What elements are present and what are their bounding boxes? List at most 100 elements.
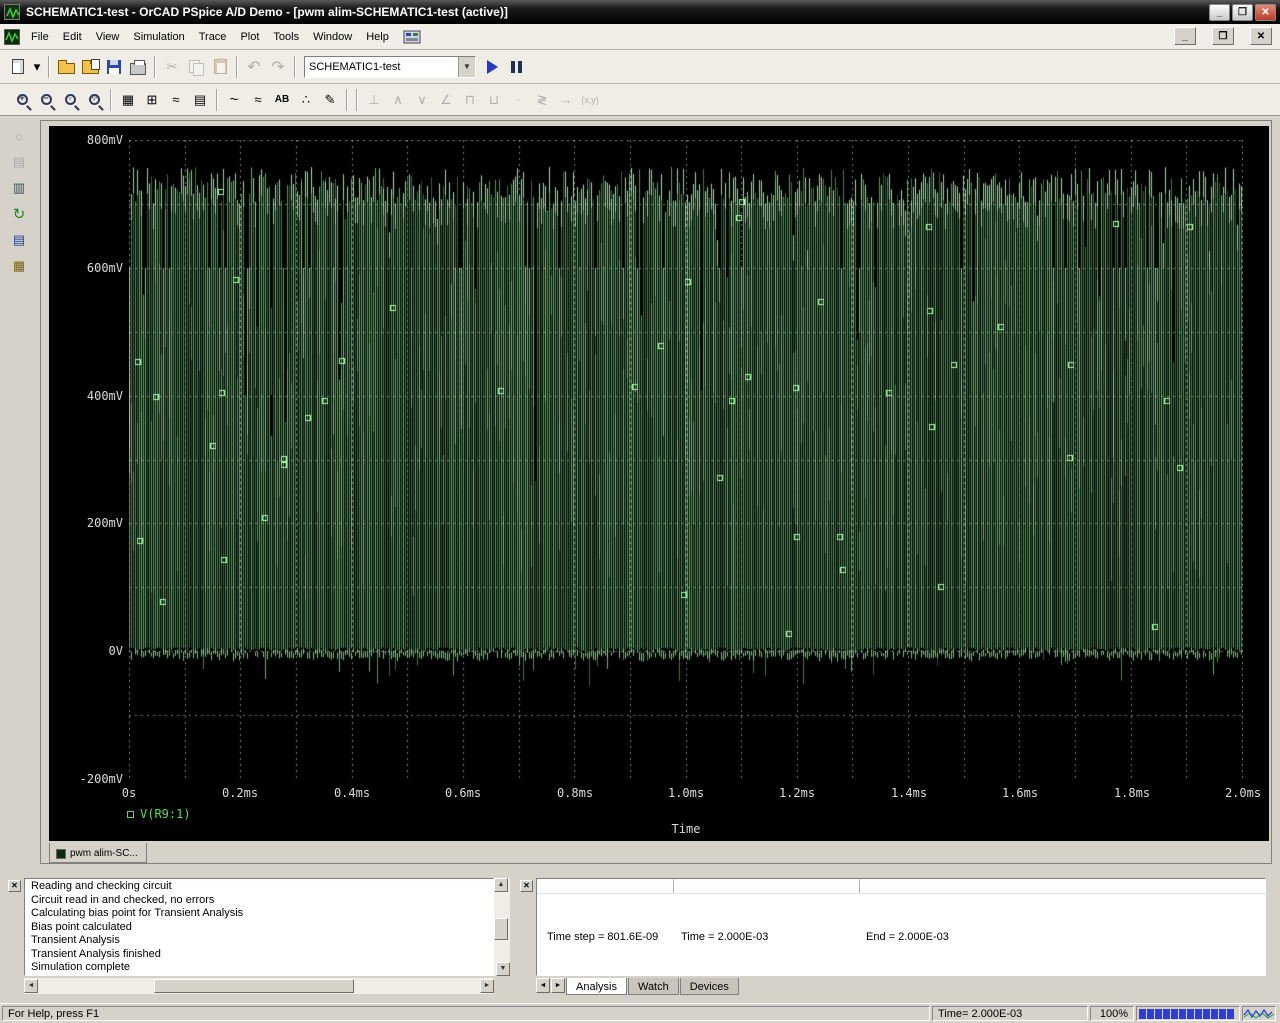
mdi-minimize-button[interactable]: _: [1174, 27, 1196, 45]
menu-tools[interactable]: Tools: [266, 27, 306, 47]
menu-help[interactable]: Help: [359, 27, 396, 47]
menu-file[interactable]: File: [24, 27, 56, 47]
output-vertical-scrollbar[interactable]: ▲ ▼: [494, 878, 510, 976]
redo-button[interactable]: ↷: [266, 55, 290, 79]
status-time-text: Time= 2.000E-03: [932, 1006, 1088, 1021]
simulation-profile-input[interactable]: [305, 57, 458, 77]
menu-simulation[interactable]: Simulation: [126, 27, 191, 47]
cursor-max-button[interactable]: ⊓: [458, 88, 482, 112]
trace-legend[interactable]: V(R9:1): [127, 807, 191, 821]
refresh-simulation-button[interactable]: ↻: [7, 202, 31, 226]
minimize-button[interactable]: _: [1209, 4, 1230, 21]
zoom-out-button[interactable]: −: [34, 88, 58, 112]
copy-button[interactable]: [184, 55, 208, 79]
paste-icon: [214, 59, 227, 74]
view-circuit-file-button[interactable]: ▥: [7, 176, 31, 200]
cursor-peak-button[interactable]: ∧: [386, 88, 410, 112]
schematic-window-icon[interactable]: [400, 25, 424, 49]
menu-window[interactable]: Window: [306, 27, 359, 47]
add-plot-button[interactable]: ▤: [188, 88, 212, 112]
undo-button[interactable]: ↶: [242, 55, 266, 79]
cursor-min-button[interactable]: ⊔: [482, 88, 506, 112]
output-horizontal-scrollbar[interactable]: ◄ ►: [24, 978, 494, 994]
close-button[interactable]: ✕: [1255, 4, 1276, 21]
x-tick-label: 1.6ms: [990, 786, 1050, 800]
toolbar-separator: [346, 89, 348, 111]
fft-button[interactable]: ≈: [246, 88, 270, 112]
mark-data-points-button[interactable]: ∴: [294, 88, 318, 112]
fourier-button[interactable]: ≈: [164, 88, 188, 112]
mdi-close-button[interactable]: ✕: [1250, 27, 1272, 45]
combo-dropdown-icon[interactable]: ▼: [458, 57, 475, 77]
toolbar-separator: [48, 56, 50, 78]
print-button[interactable]: [126, 55, 150, 79]
cursor-search-button[interactable]: ≷: [530, 88, 554, 112]
grid-column-divider: [673, 879, 674, 893]
evaluate-goal-button[interactable]: ✎: [318, 88, 342, 112]
menu-view[interactable]: View: [89, 27, 127, 47]
watch-window-button[interactable]: ▤: [7, 228, 31, 252]
cursor-point-button[interactable]: ∙: [506, 88, 530, 112]
zoom-area-button[interactable]: ▫: [58, 88, 82, 112]
cursor-next-button[interactable]: →: [554, 88, 578, 112]
tab-devices[interactable]: Devices: [680, 978, 739, 995]
view-output-file-button[interactable]: ▤: [7, 150, 31, 174]
scroll-left-icon[interactable]: ◄: [24, 979, 38, 993]
menu-edit[interactable]: Edit: [56, 27, 89, 47]
open-file-button[interactable]: [78, 55, 102, 79]
simulation-profile-combobox[interactable]: ▼: [304, 56, 476, 78]
plot-canvas[interactable]: [129, 140, 1243, 779]
toggle-grid-button[interactable]: ▦: [116, 88, 140, 112]
output-text-area[interactable]: Reading and checking circuit Circuit rea…: [24, 878, 494, 976]
devices-window-button[interactable]: ▦: [7, 254, 31, 278]
tab-scroll-right-icon[interactable]: ►: [551, 978, 565, 993]
document-system-icon[interactable]: [4, 29, 20, 45]
save-button[interactable]: [102, 55, 126, 79]
scrollbar-thumb[interactable]: [154, 979, 354, 993]
output-line: Circuit read in and checked, no errors: [31, 894, 487, 908]
text-label-button[interactable]: AB: [270, 88, 294, 112]
mdi-restore-button[interactable]: ❐: [1212, 27, 1234, 45]
toggle-cursor-button[interactable]: ⊥: [362, 88, 386, 112]
left-dock-toolbar: ○ ▤ ▥ ↻ ▤ ▦: [2, 124, 36, 294]
zoom-in-button[interactable]: +: [10, 88, 34, 112]
menu-trace[interactable]: Trace: [192, 27, 234, 47]
zoom-out-icon: −: [41, 94, 52, 105]
document-tab[interactable]: pwm alim-SC...: [49, 843, 147, 863]
run-simulation-button[interactable]: [480, 55, 504, 79]
scroll-down-icon[interactable]: ▼: [496, 962, 510, 976]
x-tick-label: 1.8ms: [1102, 786, 1162, 800]
cut-button[interactable]: ✂: [160, 55, 184, 79]
performance-analysis-button[interactable]: ~: [222, 88, 246, 112]
print-icon: [130, 63, 146, 75]
sim-status-close-button[interactable]: ✕: [520, 880, 533, 892]
scrollbar-thumb[interactable]: [494, 918, 508, 940]
simulation-status-window: ✕ Time step = 801.6E-09 Time = 2.000E-03…: [518, 876, 1272, 998]
cursor-trough-button[interactable]: ∨: [410, 88, 434, 112]
simulation-queue-button[interactable]: ○: [7, 124, 31, 148]
zoom-fit-button[interactable]: ⁘: [82, 88, 106, 112]
open-simulation-button[interactable]: [54, 55, 78, 79]
x-tick-label: 0.8ms: [545, 786, 605, 800]
cursor-slope-button[interactable]: ∠: [434, 88, 458, 112]
menu-plot[interactable]: Plot: [233, 27, 266, 47]
document-tab-icon: [56, 849, 66, 859]
x-axis-settings-button[interactable]: ⊞: [140, 88, 164, 112]
y-tick-label: 0V: [53, 644, 123, 658]
output-line: Transient Analysis finished: [31, 948, 487, 962]
tab-analysis[interactable]: Analysis: [566, 978, 627, 995]
output-window: ✕ Reading and checking circuit Circuit r…: [6, 876, 512, 998]
new-simulation-button[interactable]: [6, 55, 30, 79]
tab-scroll-left-icon[interactable]: ◄: [536, 978, 550, 993]
pause-simulation-button[interactable]: [504, 55, 528, 79]
restore-button[interactable]: ❐: [1232, 4, 1253, 21]
paste-button[interactable]: [208, 55, 232, 79]
output-close-button[interactable]: ✕: [8, 880, 21, 892]
scroll-up-icon[interactable]: ▲: [494, 878, 508, 892]
status-bar: For Help, press F1 Time= 2.000E-03 100%: [0, 1003, 1280, 1021]
new-dropdown-button[interactable]: ▾: [30, 55, 44, 79]
scroll-right-icon[interactable]: ►: [480, 979, 494, 993]
mark-label-button[interactable]: (x,y): [578, 88, 602, 112]
tab-watch[interactable]: Watch: [628, 978, 679, 995]
app-icon: [4, 4, 20, 20]
